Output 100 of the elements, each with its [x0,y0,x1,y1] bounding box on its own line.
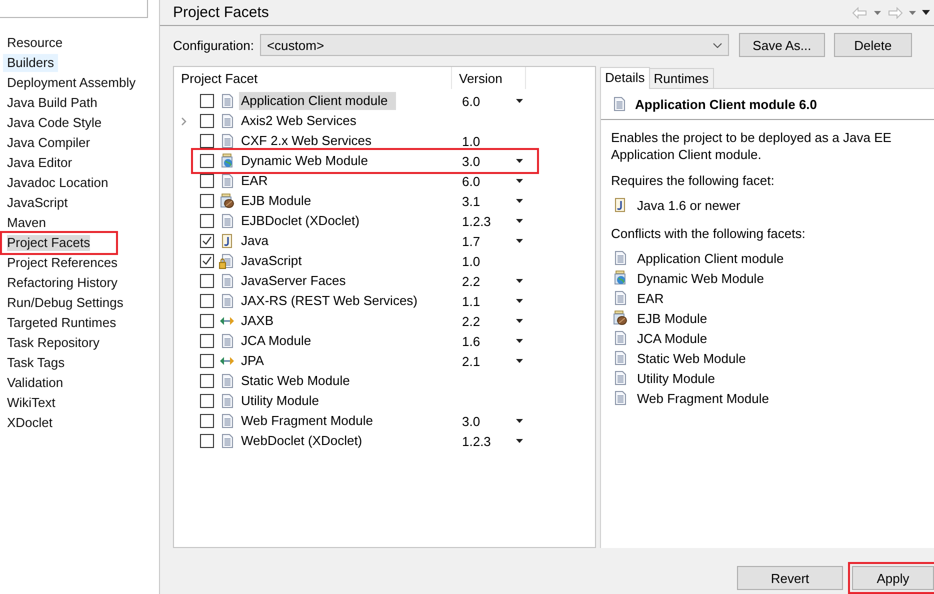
facet-name[interactable]: EJBDoclet (XDoclet) [239,212,368,230]
sidebar-item[interactable]: Java Code Style [3,114,106,132]
facet-name[interactable]: EJB Module [239,192,320,210]
save-as-button[interactable]: Save As... [738,33,825,57]
checkbox[interactable] [200,214,214,228]
facet-entry: EAR [637,290,664,306]
facet-name[interactable]: JAXB [239,312,282,330]
sidebar-item[interactable]: Deployment Assembly [3,74,140,92]
java-file-icon [612,197,628,213]
page-icon [219,293,235,309]
page-icon [219,273,235,289]
sidebar-item[interactable]: Java Compiler [3,134,94,152]
checkbox[interactable] [200,194,214,208]
tab[interactable]: Runtimes [648,68,714,88]
sidebar-item[interactable]: Refactoring History [3,274,122,292]
facet-name[interactable]: Dynamic Web Module [239,152,376,170]
configuration-dropdown[interactable]: <custom> [260,34,729,56]
section-label: Conflicts with the following facets: [610,225,806,242]
facet-name[interactable]: EAR [239,172,276,190]
version-cell-text: 2.2 [461,314,482,328]
facet-name[interactable]: Application Client module [239,92,396,110]
page-icon [219,413,235,429]
sidebar-item[interactable]: Run/Debug Settings [3,294,128,312]
version-cell-text: 6.0 [461,174,482,188]
chevron-down-icon[interactable] [712,42,722,48]
sidebar-item[interactable]: Maven [3,214,50,232]
facet-name[interactable]: Axis2 Web Services [239,112,364,130]
sidebar-item[interactable]: Task Repository [3,334,104,352]
delete-button[interactable]: Delete [834,33,912,57]
checkbox[interactable] [200,94,214,108]
facet-entry: Application Client module [637,250,784,266]
dropdown-caret-icon[interactable] [516,419,523,423]
checkbox[interactable] [200,254,214,268]
column-header[interactable]: Project Facet [174,67,452,89]
sidebar-item[interactable]: Validation [3,374,68,392]
checkbox[interactable] [200,314,214,328]
checkbox[interactable] [200,294,214,308]
checkbox[interactable] [200,234,214,248]
version-cell-text: 1.2.3 [461,214,492,228]
page-icon [219,93,235,109]
checkbox[interactable] [200,114,214,128]
sidebar-item[interactable]: Javadoc Location [3,174,112,192]
dropdown-caret-icon[interactable] [516,299,523,303]
checkbox[interactable] [200,274,214,288]
facet-name[interactable]: Web Fragment Module [239,412,381,430]
version-cell-text: 1.7 [461,234,482,248]
facet-name[interactable]: JavaScript [239,252,310,270]
footer-button[interactable]: Revert [737,566,843,590]
sidebar-item[interactable]: Project References [3,254,122,272]
dropdown-caret-icon[interactable] [516,279,523,283]
facet-name[interactable]: JCA Module [239,332,320,350]
tab[interactable]: Details [600,67,650,89]
footer-button[interactable]: Apply [852,566,934,590]
filter-field[interactable] [0,0,148,18]
facet-name[interactable]: JavaServer Faces [239,272,354,290]
dropdown-caret-icon[interactable] [516,359,523,363]
dropdown-caret-icon[interactable] [516,339,523,343]
checkbox[interactable] [200,334,214,348]
sidebar-item[interactable]: Targeted Runtimes [3,314,120,332]
sidebar-item[interactable]: Project Facets [0,231,118,255]
sidebar-item[interactable]: Java Build Path [3,94,102,112]
facet-name[interactable]: Static Web Module [239,372,358,390]
dropdown-caret-icon[interactable] [516,199,523,203]
facet-name[interactable]: WebDoclet (XDoclet) [239,432,370,450]
sidebar-item[interactable]: XDoclet [3,414,57,432]
facet-name[interactable]: CXF 2.x Web Services [239,132,380,150]
version-cell-text: 1.0 [461,254,482,268]
menu-caret-icon[interactable] [922,10,930,15]
page-icon [612,390,628,406]
checkbox[interactable] [200,154,214,168]
dropdown-caret-icon[interactable] [516,219,523,223]
page-icon [612,370,628,386]
facet-name[interactable]: Utility Module [239,392,328,410]
sidebar-item[interactable]: Task Tags [3,354,69,372]
section-label: Requires the following facet: [610,172,776,189]
version-cell-text: 6.0 [461,94,482,108]
dropdown-caret-icon[interactable] [516,239,523,243]
sidebar-item[interactable]: Resource [3,34,67,52]
checkbox[interactable] [200,414,214,428]
facet-name[interactable]: JAX-RS (REST Web Services) [239,292,426,310]
version-cell-text: 1.1 [461,294,482,308]
checkbox[interactable] [200,434,214,448]
dropdown-caret-icon[interactable] [516,179,523,183]
sidebar-item[interactable]: Java Editor [3,154,76,172]
sidebar-item[interactable]: JavaScript [3,194,72,212]
dropdown-caret-icon[interactable] [516,99,523,103]
checkbox[interactable] [200,354,214,368]
dropdown-caret-icon[interactable] [516,319,523,323]
checkbox[interactable] [200,394,214,408]
facet-name[interactable]: JPA [239,352,272,370]
column-header[interactable]: Version [452,67,526,89]
facet-entry: Static Web Module [637,350,746,366]
sidebar-item[interactable]: Builders [3,54,58,72]
checkbox[interactable] [200,174,214,188]
sidebar-item[interactable]: WikiText [3,394,60,412]
checkbox[interactable] [200,134,214,148]
facet-name[interactable]: Java [239,232,276,250]
dropdown-caret-icon[interactable] [516,159,523,163]
dropdown-caret-icon[interactable] [516,439,523,443]
checkbox[interactable] [200,374,214,388]
